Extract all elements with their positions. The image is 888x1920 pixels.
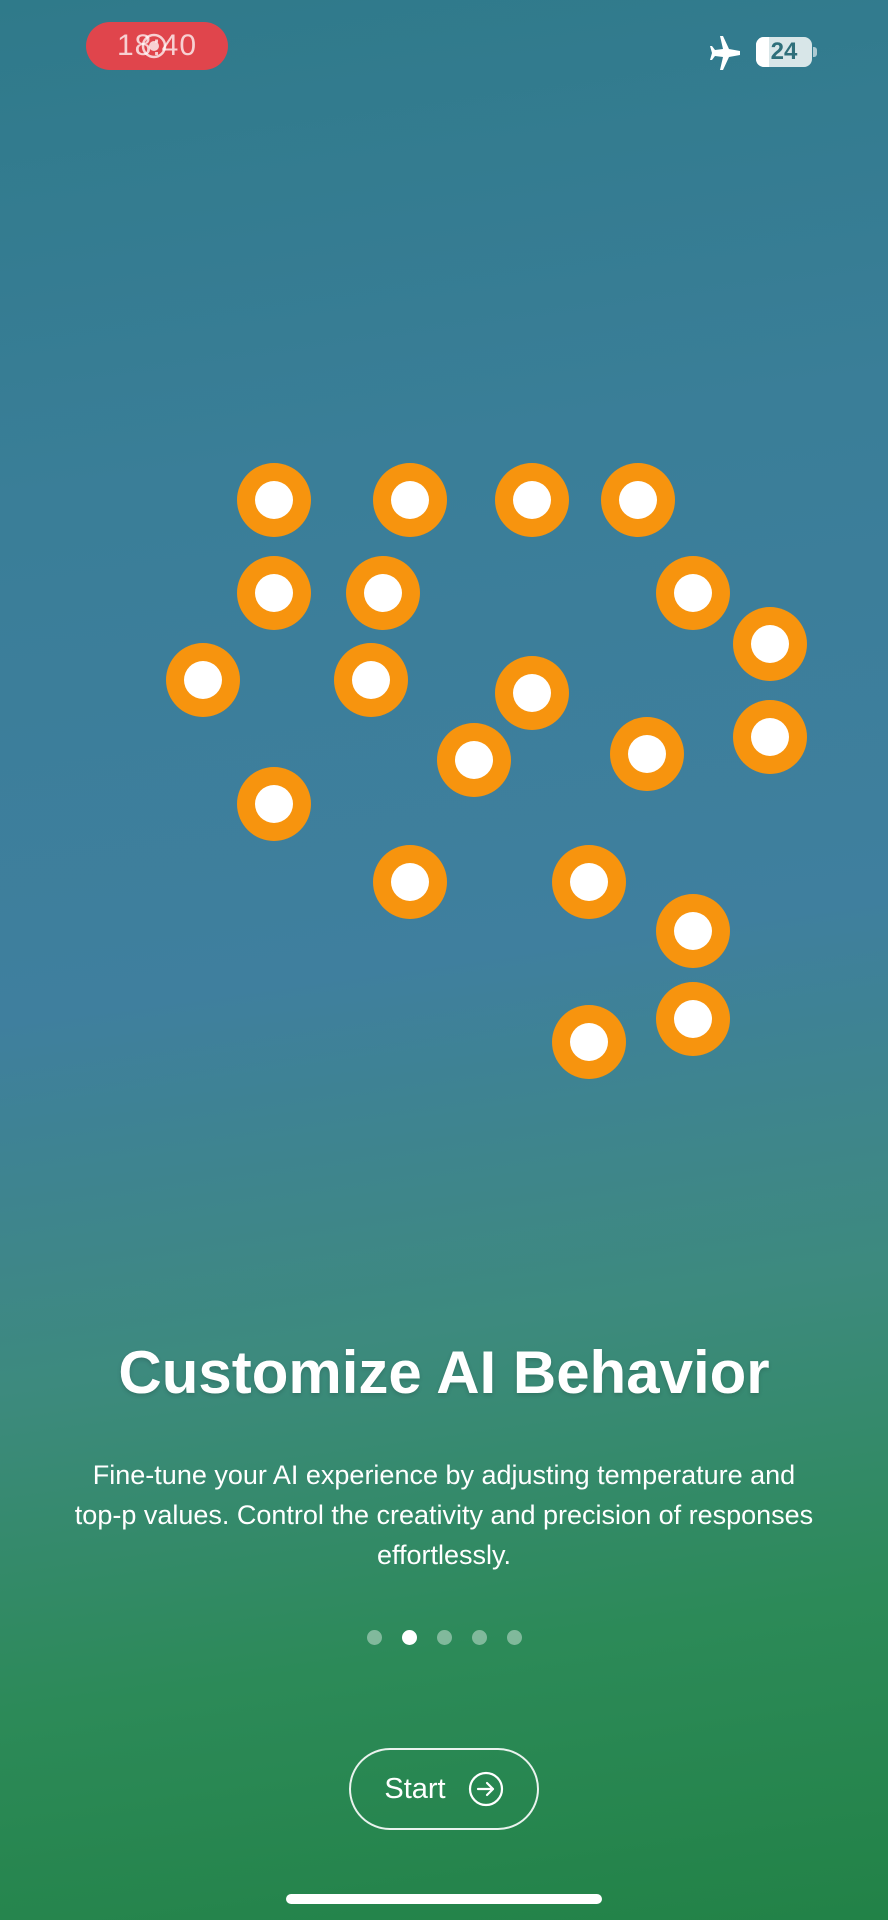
screen-recording-icon	[141, 33, 167, 59]
network-node	[237, 463, 311, 537]
page-dot[interactable]	[436, 1630, 452, 1645]
airplane-mode-icon	[710, 36, 740, 70]
network-node	[656, 982, 730, 1056]
network-node	[601, 463, 675, 537]
arrow-right-circle-icon	[468, 1771, 503, 1807]
page-title: Customize AI Behavior	[118, 1339, 770, 1406]
network-node	[237, 767, 311, 841]
network-node	[373, 845, 447, 919]
network-node	[373, 463, 447, 537]
network-node	[346, 556, 420, 630]
network-node	[495, 656, 569, 730]
battery-cap	[813, 47, 817, 57]
network-node	[552, 845, 626, 919]
start-button[interactable]: Start	[349, 1748, 539, 1830]
page-dot[interactable]	[506, 1630, 522, 1645]
network-node	[334, 643, 408, 717]
home-indicator[interactable]	[286, 1894, 602, 1904]
network-node	[656, 894, 730, 968]
network-node	[733, 607, 807, 681]
network-node	[733, 700, 807, 774]
network-node	[656, 556, 730, 630]
network-node	[552, 1005, 626, 1079]
page-description: Fine-tune your AI experience by adjustin…	[74, 1460, 814, 1570]
page-dot[interactable]	[471, 1630, 487, 1645]
start-button-label: Start	[384, 1772, 446, 1805]
network-node	[495, 463, 569, 537]
page-dot[interactable]	[366, 1630, 382, 1645]
page-indicator[interactable]	[0, 1630, 888, 1645]
status-bar: 18:40 24	[0, 0, 888, 100]
screen-recording-pill[interactable]: 18:40	[86, 22, 228, 70]
page-dot[interactable]	[401, 1630, 417, 1645]
battery-level: 24	[770, 38, 798, 65]
network-node	[610, 717, 684, 791]
network-node	[437, 723, 511, 797]
battery-icon: 24	[756, 37, 817, 67]
network-node	[166, 643, 240, 717]
network-node	[237, 556, 311, 630]
